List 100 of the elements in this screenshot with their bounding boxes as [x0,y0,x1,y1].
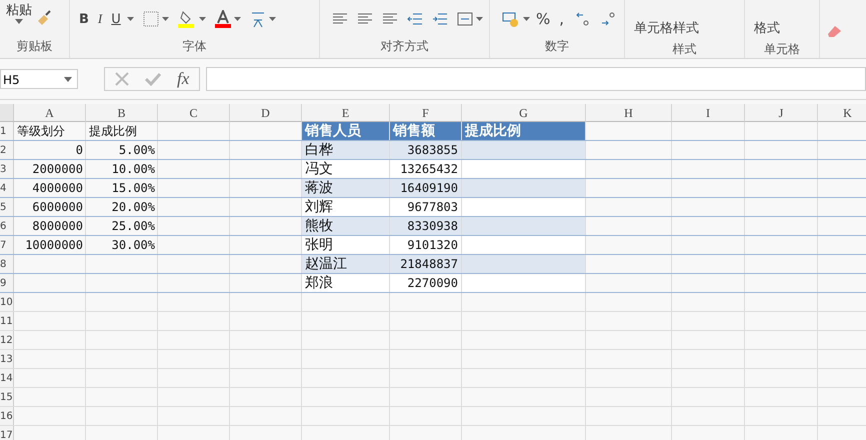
cell-styles-button[interactable]: 单元格样式 [631,19,702,37]
row-header[interactable]: 11 [0,312,14,330]
caret-icon[interactable] [15,18,23,24]
row-header[interactable]: 17 [0,426,14,440]
row-header[interactable]: 5 [0,198,14,216]
table-cell: 8000000 [32,219,83,233]
table-cell: 2000000 [32,162,83,176]
decrease-decimal-icon[interactable] [601,11,618,27]
group-label: 样式 [672,41,698,58]
table-cell: 等级划分 [17,124,65,138]
column-header[interactable]: H [586,104,672,122]
border-icon[interactable] [142,11,159,27]
row-header[interactable]: 9 [0,274,14,292]
group-label: 剪贴板 [16,38,54,55]
caret-icon[interactable] [126,17,134,21]
row-header[interactable]: 2 [0,141,14,159]
group-label: 单元格 [763,41,801,58]
column-header[interactable]: F [390,104,462,122]
table-cell: 15.00% [112,181,155,195]
row-header[interactable]: 13 [0,350,14,368]
table-cell: 10000000 [25,238,83,252]
table-cell: 提成比例 [465,123,521,139]
align-icon[interactable] [382,13,398,25]
group-label: 对齐方式 [380,38,430,55]
column-header[interactable]: B [86,104,158,122]
row-header[interactable]: 8 [0,255,14,273]
table-cell: 30.00% [112,238,155,252]
column-header[interactable]: I [672,104,745,122]
table-cell: 刘辉 [305,199,333,215]
format-button[interactable]: 格式 [751,19,783,37]
group-label: 数字 [544,38,570,55]
table-cell: 2270090 [407,276,458,290]
column-header[interactable]: C [158,104,230,122]
table-cell: 13265432 [400,162,458,176]
caret-icon[interactable] [234,17,241,21]
paste-label[interactable]: 粘贴 [6,0,32,18]
row-header[interactable]: 6 [0,217,14,235]
table-cell: 9677803 [407,200,458,214]
table-cell: 9101320 [407,238,458,252]
table-cell: 3683855 [407,143,458,157]
column-header[interactable]: D [230,104,302,122]
row-header[interactable]: 7 [0,236,14,254]
check-icon[interactable] [145,72,161,86]
underline-button[interactable]: U [108,12,124,26]
table-cell: 提成比例 [89,124,137,138]
column-header[interactable]: K [818,104,866,122]
caret-icon[interactable] [198,17,206,21]
caret-icon[interactable] [162,17,169,21]
table-cell: 4000000 [32,181,83,195]
row-header[interactable]: 12 [0,331,14,349]
table-cell: 赵温江 [305,256,347,272]
row-header[interactable]: 4 [0,179,14,197]
row-header[interactable]: 16 [0,407,14,425]
table-cell: 熊牧 [305,218,333,234]
column-header[interactable]: J [745,104,818,122]
phonetic-icon[interactable] [250,10,266,28]
row-header[interactable]: 1 [0,122,14,140]
caret-icon[interactable] [476,17,483,21]
name-box[interactable]: H5 [0,69,78,89]
align-icon[interactable] [332,13,348,25]
table-cell: 蒋波 [305,180,333,196]
table-cell: 20.00% [112,200,155,214]
table-cell: 10.00% [112,162,155,176]
table-cell: 16409190 [400,181,458,195]
row-header[interactable]: 15 [0,388,14,406]
percent-button[interactable]: % [533,10,554,28]
table-cell: 21848837 [400,257,458,271]
row-header[interactable]: 14 [0,369,14,387]
increase-indent-icon[interactable] [432,13,448,25]
table-cell: 8330938 [407,219,458,233]
table-cell: 郑浪 [305,275,333,291]
column-header[interactable]: E [302,104,390,122]
currency-icon[interactable] [502,11,520,27]
font-color-icon[interactable] [214,10,231,28]
caret-icon[interactable] [523,17,530,21]
merge-cells-icon[interactable] [457,12,473,26]
row-header[interactable]: 3 [0,160,14,178]
decrease-indent-icon[interactable] [407,13,423,25]
bold-button[interactable]: B [76,12,92,26]
column-header[interactable]: A [14,104,86,122]
column-header[interactable]: G [462,104,586,122]
fill-color-icon[interactable] [178,10,196,28]
table-cell: 25.00% [112,219,155,233]
table-cell: 6000000 [32,200,83,214]
table-cell: 张明 [305,237,333,253]
table-cell: 白桦 [305,142,333,158]
italic-button[interactable]: I [94,11,106,27]
table-cell: 5.00% [118,143,155,157]
insert-function-button[interactable]: fx [177,69,190,89]
row-header[interactable]: 10 [0,293,14,311]
group-label: 字体 [182,38,208,55]
formula-input[interactable] [206,67,866,91]
comma-button[interactable]: , [556,10,568,28]
table-cell: 销售额 [393,123,435,139]
caret-icon[interactable] [64,76,72,82]
table-cell: 0 [76,143,83,157]
align-icon[interactable] [357,13,373,25]
caret-icon[interactable] [268,17,276,21]
table-cell: 冯文 [305,161,333,177]
table-cell: 销售人员 [305,123,361,139]
